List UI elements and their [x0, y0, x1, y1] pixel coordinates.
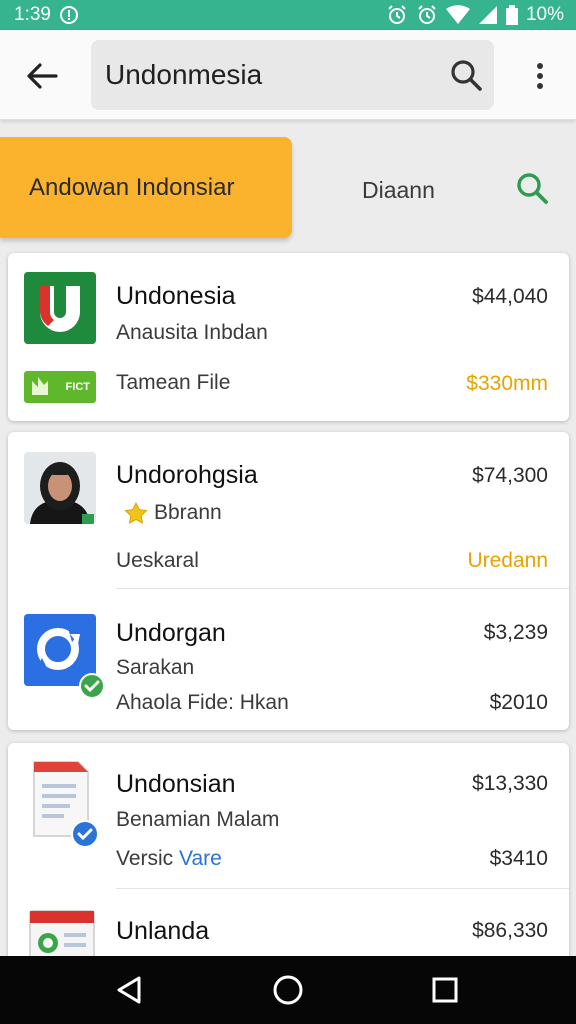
result-price-secondary: $330mm [466, 372, 548, 395]
result-card: Undonsian Benamian Malam Versic Vare $13… [8, 743, 569, 983]
check-badge-icon [78, 672, 106, 705]
profile-photo-icon [24, 452, 96, 524]
result-meta: Ueskaral [116, 549, 199, 572]
result-subtitle: Anausita Inbdan [116, 321, 268, 344]
notification-icon [59, 5, 79, 25]
check-badge-icon [70, 819, 100, 854]
list-item[interactable]: FICT Undonesia Anausita Inbdan Tamean Fi… [8, 253, 569, 421]
navigation-bar [0, 956, 576, 1024]
alarm-icon [386, 4, 408, 26]
battery-icon [505, 5, 518, 25]
result-subtitle: Bbrann [154, 501, 222, 524]
nav-recents-button[interactable] [423, 968, 467, 1012]
back-button[interactable] [20, 54, 64, 98]
u-logo-icon [24, 272, 96, 344]
wifi-icon [445, 5, 470, 25]
alarm-icon [416, 4, 438, 26]
list-item[interactable]: Undorohgsia Bbrann Ueskaral $74,300 Ured… [8, 432, 569, 588]
result-title: Unlanda [116, 917, 210, 945]
result-title: Undonsian [116, 770, 236, 798]
result-card: Undorohgsia Bbrann Ueskaral $74,300 Ured… [8, 432, 569, 730]
result-price-secondary: $2010 [489, 691, 548, 714]
search-icon [451, 60, 482, 91]
result-price: $86,330 [472, 919, 548, 942]
result-price-secondary: Uredann [467, 549, 548, 572]
search-icon [517, 173, 548, 204]
result-meta-text: Versic [116, 847, 174, 870]
star-icon [124, 501, 148, 529]
arrow-left-icon [27, 63, 58, 89]
tab-diaann[interactable]: Diaann [362, 170, 435, 210]
battery-percent: 10% [525, 4, 564, 25]
nav-back-button[interactable] [108, 968, 152, 1012]
tab-search-button[interactable] [512, 168, 552, 208]
result-subtitle: Benamian Malam [116, 808, 280, 831]
result-meta: Ahaola Fide: Hkan [116, 691, 289, 714]
result-price-secondary: $3410 [489, 847, 548, 870]
result-title: Undorohgsia [116, 461, 258, 489]
list-item[interactable]: Undonsian Benamian Malam Versic Vare $13… [8, 743, 569, 888]
nav-home-button[interactable] [266, 968, 310, 1012]
result-price: $13,330 [472, 772, 548, 795]
result-price: $44,040 [472, 285, 548, 308]
more-options-button[interactable] [522, 56, 558, 96]
search-input[interactable] [105, 57, 435, 93]
triangle-back-icon [117, 976, 141, 1004]
result-price: $3,239 [483, 621, 548, 644]
result-meta: Tamean File [116, 371, 231, 394]
status-time: 1:39 [14, 4, 51, 25]
result-meta-link[interactable]: Vare [179, 847, 222, 870]
tab-label: Andowan Indonsiar [29, 173, 235, 201]
search-bar [91, 40, 494, 110]
search-button[interactable] [446, 55, 486, 95]
list-item[interactable]: Undorgan Sarakan Ahaola Fide: Hkan $3,23… [8, 589, 569, 730]
more-vert-icon [537, 63, 543, 89]
result-card: FICT Undonesia Anausita Inbdan Tamean Fi… [8, 253, 569, 421]
badge-label: FICT [65, 381, 90, 393]
result-price: $74,300 [472, 464, 548, 487]
signal-icon [478, 5, 498, 25]
circle-home-icon [273, 975, 303, 1005]
square-recents-icon [432, 977, 458, 1003]
result-title: Undorgan [116, 619, 226, 647]
tab-andowan-indonsiar[interactable]: Andowan Indonsiar [0, 137, 292, 238]
status-bar: 1:39 10% [0, 0, 576, 30]
result-title: Undonesia [116, 282, 236, 310]
badge: FICT [24, 371, 96, 403]
tab-label: Diaann [362, 176, 435, 203]
result-subtitle: Sarakan [116, 656, 195, 679]
app-bar [0, 30, 576, 120]
result-meta: Versic Vare [116, 847, 222, 871]
leaf-icon [32, 377, 48, 395]
